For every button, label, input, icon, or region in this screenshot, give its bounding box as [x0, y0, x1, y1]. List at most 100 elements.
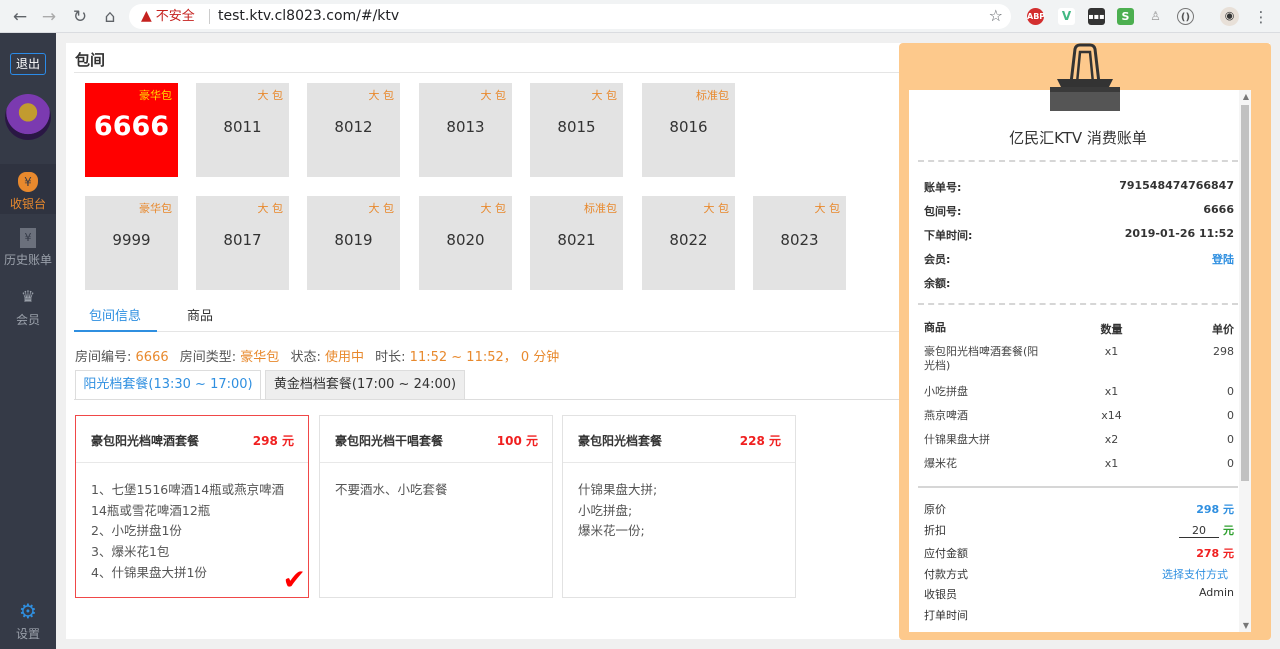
room-type: 大 包	[703, 202, 730, 215]
room-tile[interactable]: 大 包 8023	[753, 196, 846, 290]
dashed-divider	[918, 303, 1238, 305]
package-line: 小吃拼盘;	[578, 502, 633, 518]
binder-clip-icon	[1050, 43, 1120, 111]
scroll-down-icon[interactable]: ▼	[1243, 621, 1249, 630]
solid-divider	[918, 486, 1238, 488]
original-price-value: 298 元	[1196, 503, 1234, 516]
adblock-extension-icon[interactable]: ABP	[1027, 8, 1045, 25]
forward-icon[interactable]: →	[38, 6, 60, 28]
extension-icon-4[interactable]: S	[1117, 8, 1134, 25]
item-qty: x2	[1104, 433, 1119, 446]
package-line: 3、爆米花1包	[91, 544, 170, 560]
security-warning[interactable]: ▲ 不安全	[141, 8, 195, 25]
room-tile[interactable]: 标准包 8016	[642, 83, 735, 177]
package-card[interactable]: 豪包阳光档啤酒套餐 298 元 1、七堡1516啤酒14瓶或燕京啤酒14瓶或雪花…	[75, 415, 309, 598]
menu-icon[interactable]: ⋮	[1250, 6, 1272, 28]
room-number: 9999	[112, 231, 151, 249]
column-item: 商品	[924, 321, 946, 334]
package-line: 爆米花一份;	[578, 523, 645, 539]
room-tile[interactable]: 大 包 8022	[642, 196, 735, 290]
room-number: 8020	[446, 231, 485, 249]
room-tile[interactable]: 大 包 8013	[419, 83, 512, 177]
room-number: 8023	[780, 231, 819, 249]
package-line: 2、小吃拼盘1份	[91, 523, 182, 539]
receipt-title: 亿民汇KTV 消费账单	[1009, 129, 1147, 147]
package-card-header: 豪包阳光档干唱套餐 100 元	[320, 416, 552, 463]
room-type: 豪华包	[139, 89, 172, 102]
room-type: 大 包	[814, 202, 841, 215]
item-name: 什锦果盘大拼	[924, 433, 990, 446]
back-icon[interactable]: ←	[9, 6, 31, 28]
room-tile[interactable]: 大 包 8020	[419, 196, 512, 290]
package-price: 298 元	[252, 434, 294, 448]
item-qty: x1	[1104, 345, 1119, 358]
room-tile[interactable]: 豪华包 9999	[85, 196, 178, 290]
security-label: 不安全	[155, 9, 195, 24]
sidebar-item-member[interactable]: ♛ 会员	[0, 286, 56, 328]
tab-room-info[interactable]: 包间信息	[89, 305, 141, 324]
member-login-link[interactable]: 登陆	[1212, 251, 1234, 267]
item-price: 0	[1227, 409, 1234, 422]
item-price: 298	[1213, 345, 1234, 358]
tab-sunshine-package[interactable]: 阳光档套餐(13:30 ~ 17:00)	[75, 370, 261, 400]
sidebar-item-label: 会员	[15, 313, 40, 327]
sidebar: 退出 ¥ 收银台 ¥ 历史账单 ♛ 会员 ⚙ 设置	[0, 33, 56, 649]
member-label: 会员:	[924, 253, 951, 266]
tab-goods[interactable]: 商品	[187, 305, 213, 324]
discount-input[interactable]: 20	[1179, 524, 1219, 538]
package-card[interactable]: 豪包阳光档套餐 228 元 什锦果盘大拼; 小吃拼盘; 爆米花一份;	[562, 415, 796, 598]
home-icon[interactable]: ⌂	[99, 6, 121, 28]
room-type: 大 包	[257, 89, 284, 102]
room-tile[interactable]: 标准包 8021	[530, 196, 623, 290]
cashier-label: 收银员	[924, 588, 957, 601]
package-description: 1、七堡1516啤酒14瓶或燕京啤酒14瓶或雪花啤酒12瓶 2、小吃拼盘1份 3…	[91, 480, 296, 584]
scroll-up-icon[interactable]: ▲	[1243, 92, 1249, 101]
tab-golden-package[interactable]: 黄金档档套餐(17:00 ~ 24:00)	[265, 370, 465, 400]
reload-icon[interactable]: ↻	[69, 6, 91, 28]
sidebar-item-cashier[interactable]: ¥ 收银台	[0, 164, 56, 214]
room-number: 8019	[334, 231, 373, 249]
vue-extension-icon[interactable]: V	[1058, 8, 1075, 25]
logout-button[interactable]: 退出	[10, 53, 46, 75]
room-info: 房间编号: 6666 房间类型: 豪华包 状态: 使用中 时长: 11:52 ~…	[75, 346, 566, 365]
package-card[interactable]: 豪包阳光档干唱套餐 100 元 不要酒水、小吃套餐	[319, 415, 553, 598]
address-bar[interactable]: ▲ 不安全 test.ktv.cl8023.com/#/ktv ☆	[129, 4, 1011, 29]
url-text[interactable]: test.ktv.cl8023.com/#/ktv	[218, 8, 399, 25]
room-number: 8011	[223, 118, 262, 136]
url-separator	[209, 9, 210, 24]
extension-icon-5[interactable]: ♙	[1147, 8, 1164, 25]
room-tile[interactable]: 大 包 8017	[196, 196, 289, 290]
package-name: 豪包阳光档啤酒套餐	[91, 434, 200, 448]
package-price: 228 元	[739, 434, 781, 448]
room-type: 大 包	[257, 202, 284, 215]
room-type-value: 豪华包	[240, 350, 280, 365]
room-tile[interactable]: 大 包 8012	[307, 83, 400, 177]
checkmark-icon: ✔	[282, 563, 306, 596]
sidebar-item-settings[interactable]: ⚙ 设置	[0, 600, 56, 642]
gear-icon: ⚙	[19, 599, 37, 623]
scrollbar-thumb[interactable]	[1241, 105, 1249, 481]
print-time-label: 打单时间	[924, 609, 968, 622]
discount-value-group: 20 元	[1179, 522, 1234, 538]
order-number-value: 791548474766847	[1119, 179, 1234, 192]
extension-icon-3[interactable]: ▪▪▪	[1088, 8, 1105, 25]
browser-toolbar: ← → ↻ ⌂ ▲ 不安全 test.ktv.cl8023.com/#/ktv ☆…	[0, 0, 1280, 33]
room-number-value: 6666	[1203, 203, 1234, 216]
room-tile[interactable]: 大 包 8015	[530, 83, 623, 177]
profile-avatar-icon[interactable]: ◉	[1220, 7, 1239, 26]
extension-icon-6[interactable]: ()	[1177, 8, 1194, 25]
sidebar-item-history[interactable]: ¥ 历史账单	[0, 228, 56, 268]
room-type: 标准包	[696, 89, 729, 102]
receipt-paper: 亿民汇KTV 消费账单 账单号: 791548474766847 包间号: 66…	[909, 90, 1251, 632]
package-name: 豪包阳光档干唱套餐	[335, 434, 444, 448]
select-payment-method-link[interactable]: 选择支付方式	[1162, 566, 1228, 582]
room-tile[interactable]: 豪华包 6666	[85, 83, 178, 177]
room-tile[interactable]: 大 包 8011	[196, 83, 289, 177]
receipt-scrollbar[interactable]: ▲ ▼	[1239, 90, 1251, 632]
discount-label: 折扣	[924, 524, 946, 537]
room-type: 标准包	[584, 202, 617, 215]
bookmark-star-icon[interactable]: ☆	[989, 6, 1003, 25]
room-type: 大 包	[368, 89, 395, 102]
room-tile[interactable]: 大 包 8019	[307, 196, 400, 290]
order-time-value: 2019-01-26 11:52	[1124, 227, 1234, 240]
